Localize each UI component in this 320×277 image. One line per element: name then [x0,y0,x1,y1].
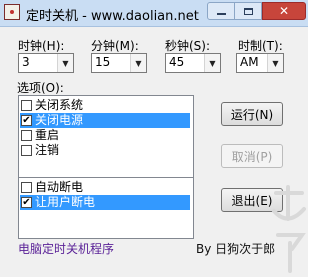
minute-select[interactable]: 15 ▼ [91,53,147,73]
chevron-down-icon: ▼ [204,54,220,72]
close-icon: ✕ [278,4,290,18]
chevron-down-icon: ▼ [130,54,146,72]
option-user-power-off[interactable]: ✔ 让用户断电 [20,195,190,210]
maximize-button[interactable] [235,2,262,20]
minute-label: 分钟(M): [91,39,139,53]
minimize-icon [216,13,226,15]
hour-label: 时钟(H): [18,39,65,53]
checkbox-icon[interactable] [21,100,32,111]
watermark-logo-icon [272,185,306,273]
power-options-list[interactable]: 自动断电 ✔ 让用户断电 [18,177,194,239]
second-label: 秒钟(S): [165,39,211,53]
brand-text: 电脑定时关机程序 [18,242,115,256]
option-label: 让用户断电 [35,195,96,209]
maximize-icon [243,7,253,15]
options-list[interactable]: 关闭系统 ✔ 关闭电源 重启 注销 [18,95,194,190]
option-label: 注销 [35,143,60,157]
second-value: 45 [169,55,185,69]
author-text: By 日狗次于郎 [196,242,276,256]
option-restart[interactable]: 重启 [20,128,190,143]
client-area: 时钟(H): 分钟(M): 秒钟(S): 时制(T): 3 ▼ 15 ▼ 45 … [0,27,308,277]
second-select[interactable]: 45 ▼ [165,53,221,73]
app-icon [4,4,20,20]
close-button[interactable]: ✕ [262,2,306,20]
hour-select[interactable]: 3 ▼ [18,53,74,73]
hour-value: 3 [22,55,30,69]
checkbox-checked-icon[interactable]: ✔ [21,197,32,208]
run-button[interactable]: 运行(N) [221,102,283,126]
period-value: AM [240,55,259,69]
option-label: 重启 [35,128,60,142]
window-title: 定时关机 - www.daolian.net [26,9,199,24]
period-label: 时制(T): [238,39,283,53]
chevron-down-icon: ▼ [267,54,283,72]
options-label: 选项(O): [17,81,64,95]
minimize-button[interactable] [207,2,235,20]
checkbox-icon[interactable] [21,145,32,156]
period-select[interactable]: AM ▼ [236,53,284,73]
option-shutdown[interactable]: 关闭系统 [20,98,190,113]
checkbox-icon[interactable] [21,130,32,141]
title-bar[interactable]: 定时关机 - www.daolian.net ✕ [0,0,308,27]
minute-value: 15 [95,55,111,69]
chevron-down-icon: ▼ [57,54,73,72]
checkbox-icon[interactable] [21,182,32,193]
cancel-button[interactable]: 取消(P) [221,144,283,168]
option-label: 关闭系统 [35,98,84,112]
checkbox-checked-icon[interactable]: ✔ [21,115,32,126]
option-logoff[interactable]: 注销 [20,143,190,158]
option-auto-power-off[interactable]: 自动断电 [20,180,190,195]
option-label: 自动断电 [35,180,84,194]
option-power-off[interactable]: ✔ 关闭电源 [20,113,190,128]
option-label: 关闭电源 [35,113,84,127]
